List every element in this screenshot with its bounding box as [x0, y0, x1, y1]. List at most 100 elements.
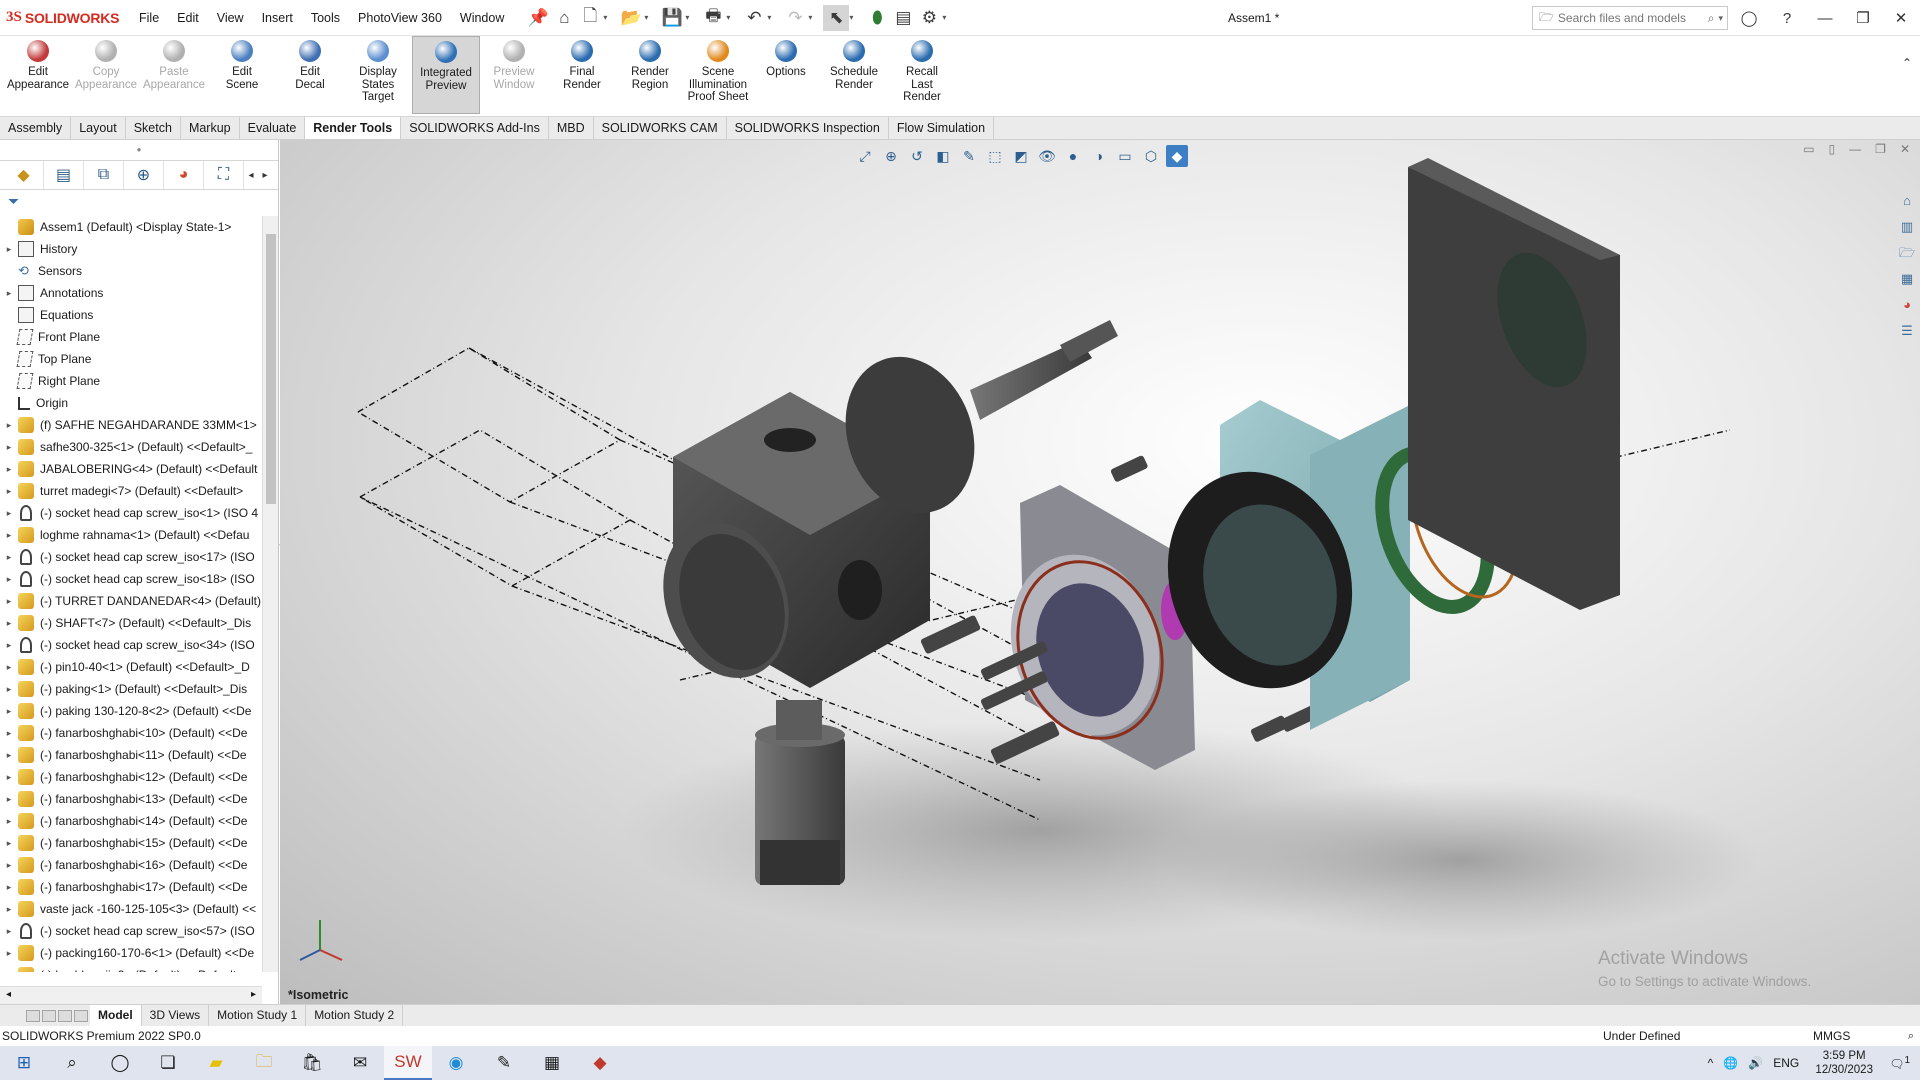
- tray-chevron-icon[interactable]: ^: [1708, 1056, 1714, 1070]
- options-dropdown-icon[interactable]: ▾: [942, 13, 951, 22]
- tab-layout[interactable]: Layout: [71, 117, 126, 139]
- clock[interactable]: 3:59 PM 12/30/2023: [1809, 1049, 1879, 1077]
- file-explorer-taskbar-icon[interactable]: 🗀: [240, 1046, 288, 1080]
- tab-sketch[interactable]: Sketch: [126, 117, 181, 139]
- volume-icon[interactable]: 🔊: [1748, 1056, 1763, 1070]
- expand-arrow-icon[interactable]: ▸: [0, 772, 18, 783]
- tree-item[interactable]: ▸ Annotations: [0, 282, 262, 304]
- tree-item[interactable]: ▸ (-) socket head cap screw_iso<1> (ISO 4: [0, 502, 262, 524]
- unit-system[interactable]: MMGS: [1813, 1026, 1850, 1046]
- tree-item[interactable]: ▸ History: [0, 238, 262, 260]
- file-properties-icon[interactable]: ▤: [890, 5, 916, 31]
- tree-item[interactable]: ▸ (-) socket head cap screw_iso<18> (ISO: [0, 568, 262, 590]
- options-button[interactable]: Options: [752, 36, 820, 114]
- tree-item[interactable]: Origin: [0, 392, 262, 414]
- tree-item[interactable]: ▸ (-) fanarboshghabi<11> (Default) <<De: [0, 744, 262, 766]
- tab-model[interactable]: Model: [90, 1005, 142, 1026]
- expand-arrow-icon[interactable]: ▸: [0, 882, 18, 893]
- display-manager-tab-icon[interactable]: ◕: [164, 161, 204, 189]
- custom-properties-icon[interactable]: ☰: [1896, 320, 1918, 342]
- options-gear-icon[interactable]: ⚙: [916, 5, 942, 31]
- save-dropdown-icon[interactable]: ▾: [685, 13, 694, 22]
- tree-item[interactable]: Front Plane: [0, 326, 262, 348]
- tab-evaluate[interactable]: Evaluate: [240, 117, 306, 139]
- viewport-close-icon[interactable]: ✕: [1900, 142, 1910, 156]
- save-icon[interactable]: 💾: [659, 5, 685, 31]
- tree-item[interactable]: ▸ (-) boshbernji<2> (Default) <<Default>_: [0, 964, 262, 972]
- expand-arrow-icon[interactable]: ▸: [0, 464, 18, 475]
- store-icon[interactable]: 🛍: [288, 1046, 336, 1080]
- tree-item[interactable]: ▸ (-) socket head cap screw_iso<17> (ISO: [0, 546, 262, 568]
- tree-item[interactable]: ▸ (-) SHAFT<7> (Default) <<Default>_Dis: [0, 612, 262, 634]
- menu-insert[interactable]: Insert: [253, 11, 302, 25]
- edit-decal-button[interactable]: Edit Decal: [276, 36, 344, 114]
- final-render-button[interactable]: Final Render: [548, 36, 616, 114]
- tab-solidworks-cam[interactable]: SOLIDWORKS CAM: [594, 117, 727, 139]
- open-dropdown-icon[interactable]: ▾: [644, 13, 653, 22]
- tree-item[interactable]: Right Plane: [0, 370, 262, 392]
- view-settings-icon[interactable]: ▭: [1114, 145, 1136, 167]
- dynamic-annotation-icon[interactable]: ✎: [958, 145, 980, 167]
- tree-item[interactable]: ▸ (-) paking 130-120-8<2> (Default) <<De: [0, 700, 262, 722]
- paint-icon[interactable]: ✎: [480, 1046, 528, 1080]
- file-explorer-icon[interactable]: 🗁: [1896, 242, 1918, 264]
- solidworks-composer-icon[interactable]: ◆: [576, 1046, 624, 1080]
- viewport-tile-icon[interactable]: ▯: [1829, 142, 1836, 156]
- search-input[interactable]: [1557, 11, 1698, 25]
- solidworks-logo[interactable]: 3S SOLIDWORKS: [0, 9, 130, 26]
- menu-edit[interactable]: Edit: [168, 11, 208, 25]
- minimize-icon[interactable]: —: [1806, 10, 1844, 27]
- paste-appearance-button[interactable]: Paste Appearance: [140, 36, 208, 114]
- display-style-icon[interactable]: ◩: [1010, 145, 1032, 167]
- tree-item[interactable]: ▸ (-) socket head cap screw_iso<34> (ISO: [0, 634, 262, 656]
- tree-item[interactable]: ▸ (-) fanarboshghabi<17> (Default) <<De: [0, 876, 262, 898]
- expand-arrow-icon[interactable]: ▸: [0, 926, 18, 937]
- expand-arrow-icon[interactable]: ▸: [0, 552, 18, 563]
- apply-scene-icon[interactable]: ◑: [1088, 145, 1110, 167]
- menu-view[interactable]: View: [208, 11, 253, 25]
- expand-arrow-icon[interactable]: ▸: [0, 838, 18, 849]
- expand-arrow-icon[interactable]: ▸: [0, 904, 18, 915]
- tree-item[interactable]: ▸ (-) fanarboshghabi<16> (Default) <<De: [0, 854, 262, 876]
- tab-render-tools[interactable]: Render Tools: [305, 117, 402, 139]
- view-palette-icon[interactable]: ▦: [1896, 268, 1918, 290]
- tree-scroll-thumb[interactable]: [266, 234, 276, 504]
- close-icon[interactable]: ✕: [1882, 9, 1920, 27]
- next-tab-icon[interactable]: [58, 1009, 72, 1022]
- dimxpert-tab-icon[interactable]: ⊕: [124, 161, 164, 189]
- expand-arrow-icon[interactable]: ▸: [0, 244, 18, 255]
- tree-item[interactable]: ▸ (-) fanarboshghabi<10> (Default) <<De: [0, 722, 262, 744]
- language-indicator[interactable]: ENG: [1773, 1056, 1799, 1070]
- redo-dropdown-icon[interactable]: ▾: [808, 13, 817, 22]
- cortana-icon[interactable]: ◯: [96, 1046, 144, 1080]
- tree-item[interactable]: ▸ loghme rahnama<1> (Default) <<Defau: [0, 524, 262, 546]
- status-tooltip-icon[interactable]: ⌕: [1908, 1026, 1914, 1046]
- tab-markup[interactable]: Markup: [181, 117, 240, 139]
- help-icon[interactable]: ?: [1768, 10, 1806, 27]
- tab-flow-simulation[interactable]: Flow Simulation: [889, 117, 995, 139]
- windows-start-icon[interactable]: ⊞: [0, 1046, 48, 1080]
- expand-arrow-icon[interactable]: ▸: [0, 530, 18, 541]
- tab-solidworks-inspection[interactable]: SOLIDWORKS Inspection: [727, 117, 889, 139]
- viewport-restore-icon[interactable]: ❐: [1875, 142, 1886, 156]
- network-icon[interactable]: 🌐: [1723, 1056, 1738, 1070]
- mail-icon[interactable]: ✉: [336, 1046, 384, 1080]
- tree-item[interactable]: ▸ safhe300-325<1> (Default) <<Default>_: [0, 436, 262, 458]
- tree-item[interactable]: ▸ (-) packing160-170-6<1> (Default) <<De: [0, 942, 262, 964]
- tabs-scroll-right-icon[interactable]: ▸: [258, 170, 272, 181]
- edit-scene-button[interactable]: Edit Scene: [208, 36, 276, 114]
- taskbar-search-icon[interactable]: ⌕: [48, 1046, 96, 1080]
- expand-arrow-icon[interactable]: ▸: [0, 288, 18, 299]
- scene-illumination-button[interactable]: Scene Illumination Proof Sheet: [684, 36, 752, 114]
- zoom-to-area-icon[interactable]: ⊕: [880, 145, 902, 167]
- account-icon[interactable]: ◯: [1730, 9, 1768, 27]
- home-icon[interactable]: ⌂: [551, 5, 577, 31]
- expand-arrow-icon[interactable]: ▸: [0, 420, 18, 431]
- tabs-scroll-left-icon[interactable]: ◂: [244, 170, 258, 181]
- exploded-assembly-model[interactable]: [280, 140, 1920, 1004]
- design-library-icon[interactable]: ▥: [1896, 216, 1918, 238]
- open-icon[interactable]: 📂: [618, 5, 644, 31]
- redo-icon[interactable]: ↷: [782, 5, 808, 31]
- expand-arrow-icon[interactable]: ▸: [0, 618, 18, 629]
- view-orientation-icon[interactable]: ⬚: [984, 145, 1006, 167]
